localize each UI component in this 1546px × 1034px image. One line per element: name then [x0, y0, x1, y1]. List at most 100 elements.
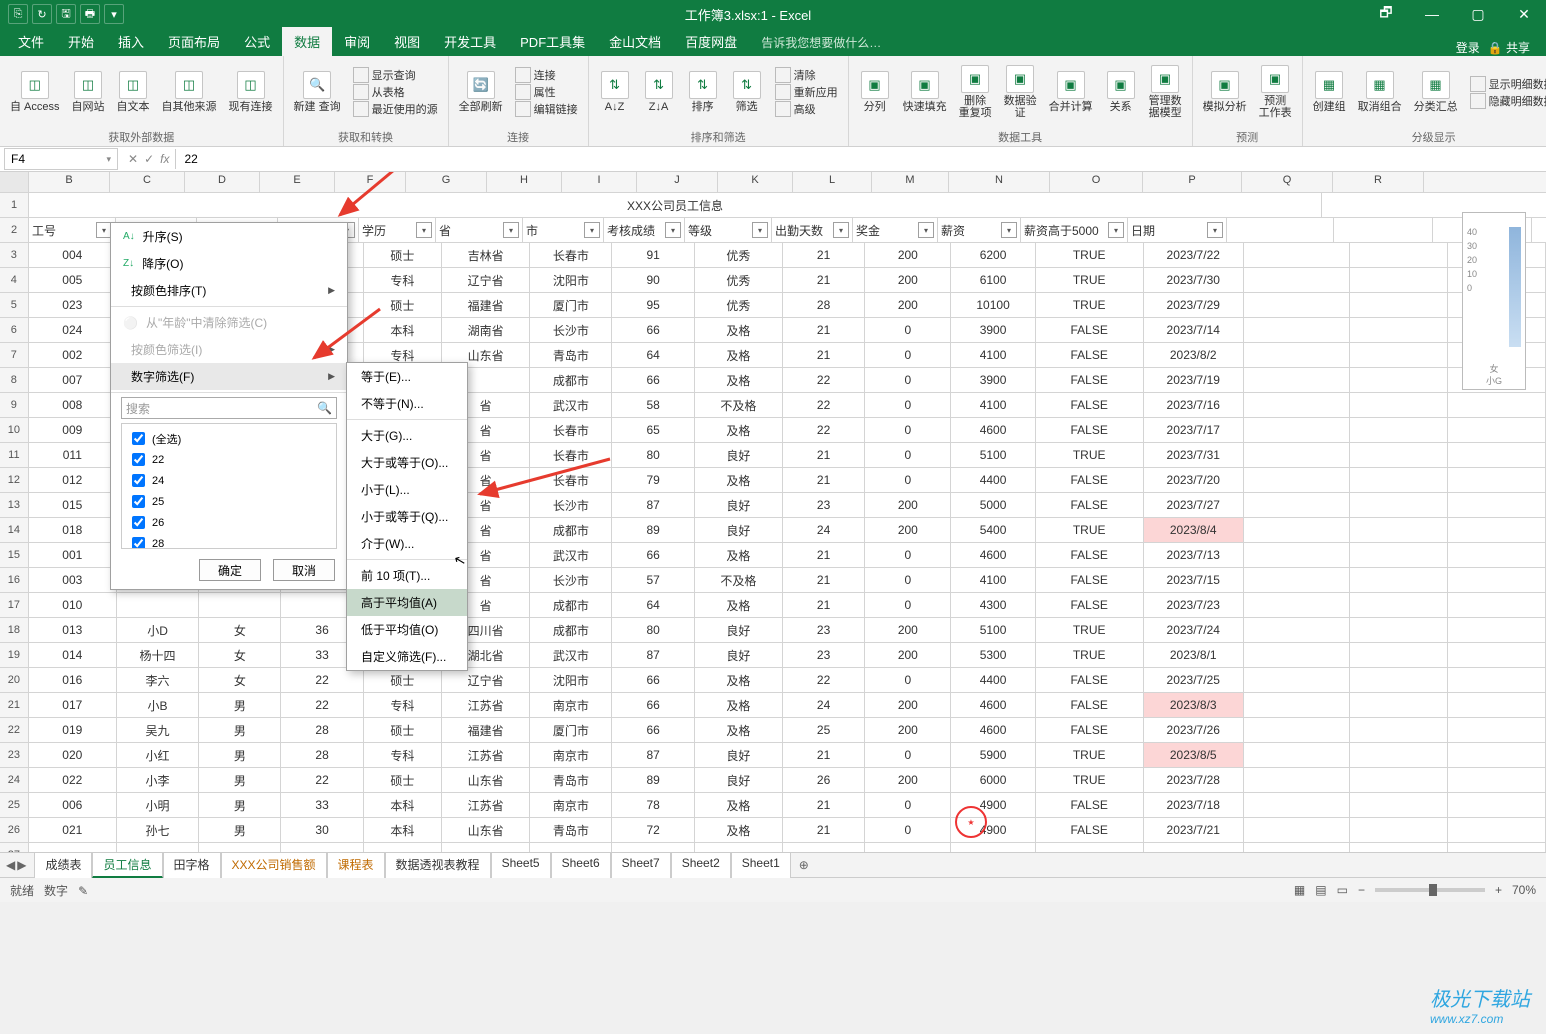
cell[interactable]: 杨十四	[117, 643, 199, 667]
cell[interactable]: 200	[865, 718, 951, 742]
cell[interactable]: 4100	[951, 568, 1035, 592]
cell[interactable]: 22	[783, 393, 865, 417]
tab-PDF工具集[interactable]: PDF工具集	[508, 27, 597, 56]
sheet-tab[interactable]: Sheet2	[671, 852, 731, 878]
cell[interactable]: 良好	[695, 443, 783, 467]
cell[interactable]: 007	[29, 368, 117, 392]
sort-desc-item[interactable]: Z↓降序(O)	[111, 250, 347, 277]
cell[interactable]: 厦门市	[530, 718, 612, 742]
filter-check-item[interactable]: 25	[128, 491, 330, 512]
cell[interactable]: 87	[612, 643, 694, 667]
column-header[interactable]: 奖金▾	[853, 218, 938, 242]
cell[interactable]: 22	[783, 418, 865, 442]
filter-button[interactable]: ▾	[665, 222, 681, 238]
formula-input[interactable]: 22	[175, 149, 1546, 169]
sheet-nav-prev[interactable]: ◀	[6, 858, 15, 872]
cell[interactable]: 24	[783, 518, 865, 542]
cell[interactable]: 0	[865, 593, 951, 617]
cell[interactable]: 4100	[951, 343, 1035, 367]
sheet-tab[interactable]: Sheet7	[611, 852, 671, 878]
column-headers[interactable]: BCDEFGHIJKLMNOPQR	[0, 172, 1546, 193]
column-header[interactable]: 出勤天数▾	[772, 218, 853, 242]
minimize-button[interactable]: —	[1410, 0, 1454, 28]
cell[interactable]: 80	[612, 443, 694, 467]
cell[interactable]: 013	[29, 618, 117, 642]
cell[interactable]: 65	[612, 418, 694, 442]
sheet-tab[interactable]: Sheet6	[551, 852, 611, 878]
share-button[interactable]: 🔒 共享	[1488, 39, 1530, 56]
cell[interactable]: 良好	[695, 743, 783, 767]
sheet-tab[interactable]: Sheet5	[491, 852, 551, 878]
cell[interactable]: 004	[29, 243, 117, 267]
cell[interactable]: 2023/7/19	[1144, 368, 1244, 392]
cell[interactable]: 硕士	[364, 668, 442, 692]
cell[interactable]: 66	[612, 718, 694, 742]
cell[interactable]: FALSE	[1036, 493, 1144, 517]
cell[interactable]: 25	[783, 718, 865, 742]
cell[interactable]: 018	[29, 518, 117, 542]
cell[interactable]	[612, 843, 694, 852]
cell[interactable]: 小李	[117, 768, 199, 792]
cell[interactable]: 专科	[364, 693, 442, 717]
cell[interactable]: 良好	[695, 643, 783, 667]
view-normal-icon[interactable]: ▦	[1294, 883, 1305, 897]
filter-button[interactable]: ▾	[833, 222, 849, 238]
cell[interactable]: 5400	[951, 518, 1035, 542]
cell[interactable]: 200	[865, 768, 951, 792]
cell[interactable]: 26	[783, 768, 865, 792]
cell[interactable]: 长沙市	[530, 318, 612, 342]
cell[interactable]: 良好	[695, 768, 783, 792]
cell[interactable]: 23	[783, 493, 865, 517]
cell[interactable]: 长春市	[530, 468, 612, 492]
submenu-item[interactable]: 介于(W)...	[347, 530, 467, 557]
cell[interactable]: 012	[29, 468, 117, 492]
cell[interactable]: 2023/7/28	[1144, 768, 1244, 792]
cell[interactable]: 005	[29, 268, 117, 292]
cell[interactable]: 2023/7/21	[1144, 818, 1244, 842]
filter-check-item[interactable]: 24	[128, 470, 330, 491]
sort-asc-item[interactable]: A↓升序(S)	[111, 223, 347, 250]
cell[interactable]: 24	[783, 693, 865, 717]
tab-插入[interactable]: 插入	[106, 27, 156, 56]
cell[interactable]: 及格	[695, 543, 783, 567]
cell[interactable]: 64	[612, 343, 694, 367]
cell[interactable]	[281, 843, 363, 852]
cell[interactable]: 4600	[951, 718, 1035, 742]
cell[interactable]: 2023/7/14	[1144, 318, 1244, 342]
ribbon-button[interactable]: ◫自 Access	[6, 69, 64, 115]
view-layout-icon[interactable]: ▤	[1315, 883, 1326, 897]
cell[interactable]: 2023/7/15	[1144, 568, 1244, 592]
cell[interactable]: 21	[783, 593, 865, 617]
cell[interactable]: 硕士	[364, 718, 442, 742]
qat-undo-icon[interactable]: ↻	[32, 4, 52, 24]
cell[interactable]: 21	[783, 818, 865, 842]
cell[interactable]: 小B	[117, 693, 199, 717]
cell[interactable]: FALSE	[1036, 593, 1144, 617]
cell[interactable]: 3900	[951, 368, 1035, 392]
cell[interactable]	[199, 593, 281, 617]
cell[interactable]: 78	[612, 793, 694, 817]
cell[interactable]: 0	[865, 368, 951, 392]
qat-more-icon[interactable]: ▾	[104, 4, 124, 24]
submenu-item[interactable]: 低于平均值(O)	[347, 616, 467, 643]
cell[interactable]: 成都市	[530, 518, 612, 542]
cell[interactable]: 89	[612, 518, 694, 542]
cell[interactable]: TRUE	[1036, 768, 1144, 792]
cell[interactable]: 22	[783, 368, 865, 392]
tab-审阅[interactable]: 审阅	[332, 27, 382, 56]
ribbon-button[interactable]: ◫自其他来源	[158, 69, 221, 115]
cell[interactable]: 2023/8/1	[1144, 643, 1244, 667]
cell[interactable]: 江苏省	[442, 793, 530, 817]
cell[interactable]: 及格	[695, 718, 783, 742]
add-sheet-button[interactable]: ⊕	[793, 858, 815, 872]
ribbon-small-item[interactable]: 显示查询	[353, 67, 438, 83]
tab-页面布局[interactable]: 页面布局	[156, 27, 232, 56]
cell[interactable]: 专科	[364, 268, 442, 292]
cell[interactable]: 21	[783, 793, 865, 817]
submenu-item[interactable]: 不等于(N)...	[347, 390, 467, 417]
cell[interactable]: 长春市	[530, 418, 612, 442]
cell[interactable]: FALSE	[1036, 568, 1144, 592]
cell[interactable]: 男	[199, 693, 281, 717]
cell[interactable]: TRUE	[1036, 268, 1144, 292]
cell[interactable]: 沈阳市	[530, 268, 612, 292]
